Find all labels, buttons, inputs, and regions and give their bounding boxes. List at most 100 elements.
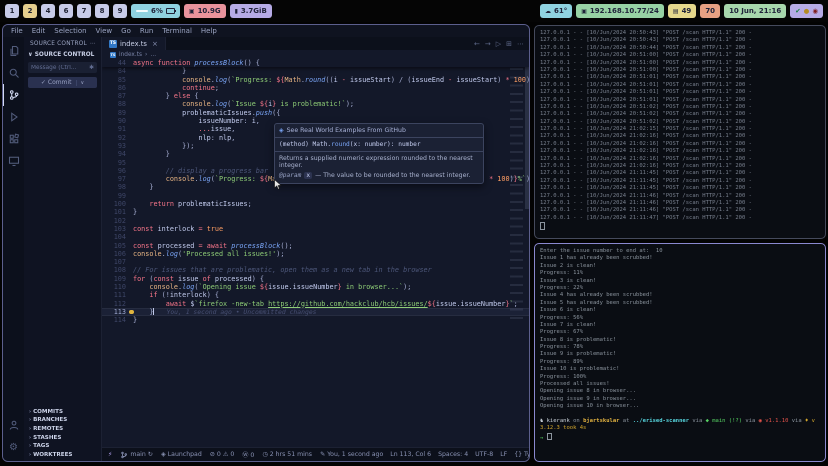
status-git-branch[interactable]: main ↻ <box>120 451 153 459</box>
code-line[interactable]: 110 console.log(`Opening issue ${issue.i… <box>102 283 529 291</box>
tray-app-icon[interactable]: ● <box>804 8 810 15</box>
breadcrumb[interactable]: TS index.ts › … <box>102 50 529 59</box>
code-line[interactable]: 86 continue; <box>102 84 529 92</box>
code-editor[interactable]: 44async function processBlock() {84 }85 … <box>102 59 529 447</box>
settings-gear-icon[interactable]: ⚙ <box>3 436 24 458</box>
code-line[interactable]: 111 if (!interlock) { <box>102 291 529 299</box>
code-line[interactable]: 88 console.log(`Issue ${i} is problemati… <box>102 100 529 108</box>
code-line[interactable]: 87 } else { <box>102 92 529 100</box>
menu-item-edit[interactable]: Edit <box>32 27 46 35</box>
breadcrumb-tail[interactable]: … <box>150 52 156 58</box>
code-line[interactable]: 114} <box>102 316 529 324</box>
account-icon[interactable] <box>3 414 24 436</box>
code-line[interactable]: 105const processed = await processBlock(… <box>102 242 529 250</box>
remote-explorer-icon[interactable] <box>3 150 24 172</box>
status-eol[interactable]: LF <box>500 451 507 458</box>
code-line[interactable]: 107 <box>102 258 529 266</box>
code-line[interactable]: 99 <box>102 192 529 200</box>
scm-section-branches[interactable]: ›BRANCHES <box>24 416 101 425</box>
terminal-http-log[interactable]: 127.0.0.1 - - [10/Jun/2024 20:50:43] "PO… <box>534 25 826 239</box>
explorer-icon[interactable] <box>3 40 24 62</box>
more-actions-icon[interactable]: ⋯ <box>517 40 524 48</box>
menu-item-terminal[interactable]: Terminal <box>162 27 192 35</box>
commit-dropdown-icon[interactable]: ∨ <box>76 80 84 86</box>
code-line[interactable]: 101} <box>102 208 529 216</box>
workspace-button-1[interactable]: 1 <box>5 4 19 18</box>
scm-section-commits[interactable]: ›COMMITS <box>24 407 101 416</box>
code-text: console.log(`Progress: ${Math.round((i -… <box>133 76 529 84</box>
workspace-button-6[interactable]: 6 <box>59 4 73 18</box>
line-number: 108 <box>102 266 133 274</box>
go-back-icon[interactable]: ← <box>474 40 480 48</box>
workspace-button-7[interactable]: 7 <box>77 4 91 18</box>
menu-item-view[interactable]: View <box>96 27 113 35</box>
status-launchpad[interactable]: ◈ Launchpad <box>161 451 202 458</box>
tooltip-header-link[interactable]: See Real World Examples From GitHub <box>287 127 406 134</box>
go-forward-icon[interactable]: → <box>485 40 491 48</box>
sticky-code-line[interactable]: 44async function processBlock() { <box>102 59 529 67</box>
workspace-button-9[interactable]: 9 <box>113 4 127 18</box>
menu-item-go[interactable]: Go <box>121 27 131 35</box>
code-line[interactable]: 109for (const issue of processed) { <box>102 275 529 283</box>
workspace-button-2[interactable]: 2 <box>23 4 37 18</box>
minimap[interactable] <box>510 68 523 320</box>
tab-close-icon[interactable]: × <box>152 40 158 48</box>
section-chevron-icon[interactable]: ∨ <box>28 52 33 58</box>
prompt-input-line[interactable]: → <box>540 433 820 440</box>
breadcrumb-file[interactable]: index.ts <box>119 52 142 58</box>
status-problems[interactable]: ⊘ 0 ⚠ 0 <box>210 451 235 458</box>
network-icon: ▣ <box>581 8 587 15</box>
scm-section-worktrees[interactable]: ›WORKTREES <box>24 450 101 459</box>
code-line[interactable]: 85 console.log(`Progress: ${Math.round((… <box>102 76 529 84</box>
status-cursor-position[interactable]: Ln 113, Col 6 <box>390 451 431 458</box>
code-line[interactable]: 100 return problematicIssues; <box>102 200 529 208</box>
scm-section-remotes[interactable]: ›REMOTES <box>24 425 101 434</box>
panel-more-icon[interactable]: ⋯ <box>90 41 96 47</box>
workspace-button-8[interactable]: 8 <box>95 4 109 18</box>
breadcrumb-separator: › <box>145 52 147 58</box>
lightbulb-icon[interactable] <box>129 310 134 315</box>
status-indentation[interactable]: Spaces: 4 <box>438 451 468 458</box>
line-number: 92 <box>102 134 133 142</box>
code-line[interactable]: 108// For issues that are problematic, o… <box>102 266 529 274</box>
menu-item-help[interactable]: Help <box>201 27 217 35</box>
code-line[interactable]: 113 }You, 1 second ago • Uncommitted cha… <box>102 308 529 316</box>
workspace-button-4[interactable]: 4 <box>41 4 55 18</box>
cloud-icon: ☁ <box>545 8 551 15</box>
copilot-sparkle-icon[interactable]: ✱ <box>89 65 94 71</box>
terminal-scanner[interactable]: Enter the issue number to end at: 10Issu… <box>534 243 826 462</box>
scm-section-tags[interactable]: ›TAGS <box>24 442 101 451</box>
menu-item-selection[interactable]: Selection <box>54 27 86 35</box>
run-file-icon[interactable]: ▷ <box>496 40 501 48</box>
code-line[interactable]: 104 <box>102 233 529 241</box>
status-counter[interactable]: Ⓦ 0 <box>242 450 254 459</box>
tray-camera-icon[interactable]: ◉ <box>812 8 818 15</box>
status-remote-indicator[interactable]: ⚡ <box>108 451 112 458</box>
commit-button[interactable]: ✓ Commit ∨ <box>28 77 97 88</box>
commit-message-input[interactable]: Message (Ctrl... ✱ <box>28 62 97 73</box>
code-line[interactable]: 89 problematicIssues.push({ <box>102 109 529 117</box>
split-editor-icon[interactable]: ⊞ <box>506 40 512 48</box>
code-line[interactable]: 112 await $`firefox -new-tab https://git… <box>102 300 529 308</box>
search-icon[interactable] <box>3 62 24 84</box>
scm-section-stashes[interactable]: ›STASHES <box>24 433 101 442</box>
code-line[interactable]: 84 } <box>102 67 529 75</box>
code-line[interactable]: 102 <box>102 217 529 225</box>
tray-check-icon[interactable]: ✔ <box>795 8 800 15</box>
code-line[interactable]: 98 } <box>102 183 529 191</box>
tab-index-ts[interactable]: TS index.ts × <box>102 37 166 50</box>
extensions-icon[interactable] <box>3 128 24 150</box>
status-time-tracker[interactable]: ◷ 2 hrs 51 mins <box>262 451 312 458</box>
status-blame-status[interactable]: ✎ You, 1 second ago <box>320 451 383 458</box>
code-line[interactable]: 103const interlock = true <box>102 225 529 233</box>
code-line[interactable]: 106console.log('Processed all issues!'); <box>102 250 529 258</box>
status-language-mode[interactable]: {} TypeScript <box>514 451 530 458</box>
editor-scrollbar[interactable] <box>525 59 529 209</box>
line-number: 96 <box>102 167 133 175</box>
run-debug-icon[interactable] <box>3 106 24 128</box>
status-encoding[interactable]: UTF-8 <box>475 451 493 458</box>
menu-item-run[interactable]: Run <box>140 27 153 35</box>
menu-item-file[interactable]: File <box>11 27 23 35</box>
source-control-icon[interactable] <box>3 84 24 106</box>
wm-status-bar: 1246789 6% ▣ 10.9G ▮ 3.7GiB ☁ 61° ▣ 192.… <box>0 0 828 22</box>
